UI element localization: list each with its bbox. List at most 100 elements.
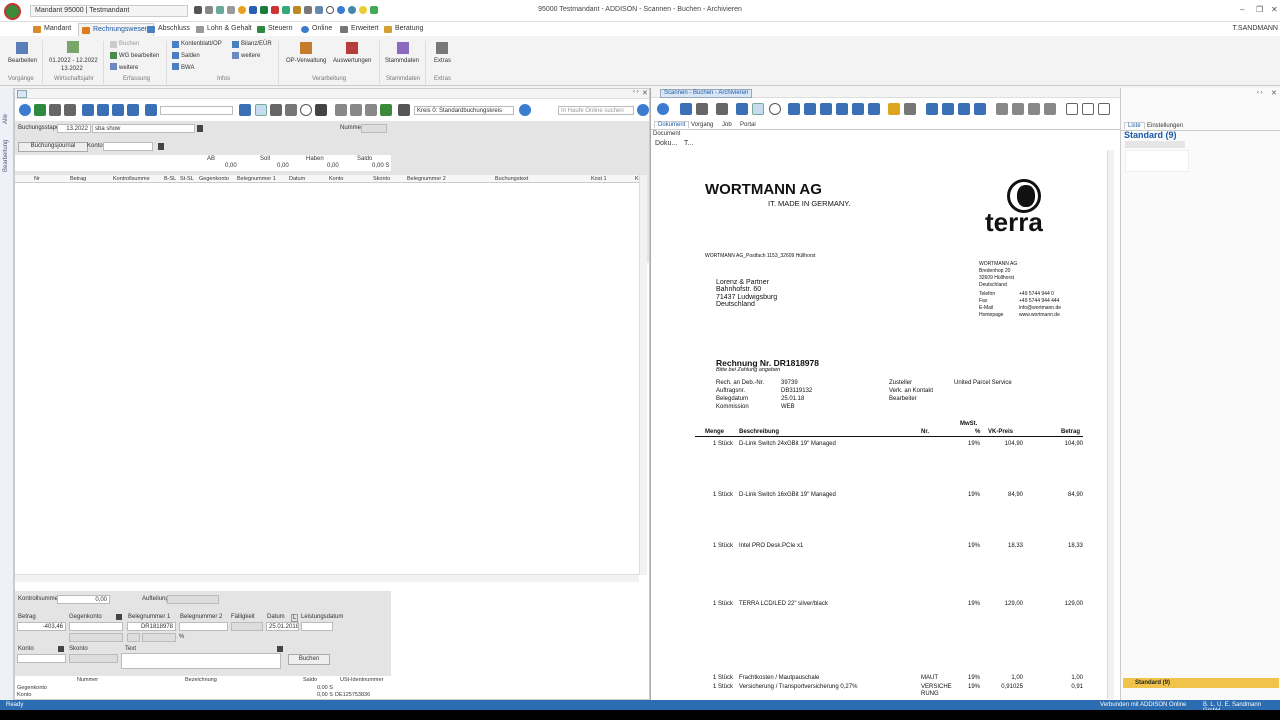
bilanz-button[interactable]: Bilanz/EÜR [241, 41, 272, 47]
edit-icon[interactable] [255, 104, 267, 116]
first-icon[interactable] [82, 104, 94, 116]
flip-icon[interactable] [868, 103, 880, 115]
weitere-infos-button[interactable]: weitere [241, 53, 260, 59]
calc-icon[interactable] [398, 104, 410, 116]
doc-scrollbar[interactable] [1107, 150, 1114, 699]
weitere-button[interactable]: weitere [119, 65, 138, 71]
pane-nav-icon[interactable]: ‹ › [633, 89, 639, 95]
menu-icon[interactable] [19, 104, 31, 116]
menu-icon[interactable] [657, 103, 669, 115]
split-icon[interactable] [270, 104, 282, 116]
insert-page-icon[interactable] [958, 103, 970, 115]
tab-lohn-gehalt[interactable]: Lohn & Gehalt [193, 23, 256, 36]
betrag-field[interactable]: -403,46 [17, 622, 66, 631]
op-verwaltung-button[interactable]: OP-Verwaltung [286, 58, 326, 64]
pane-tab[interactable] [17, 90, 27, 98]
buchungsstapel-name[interactable]: sba show [92, 124, 195, 133]
restore-icon[interactable]: ❐ [1256, 5, 1263, 14]
filter-clear-icon[interactable] [239, 104, 251, 116]
copy-icon[interactable] [996, 103, 1008, 115]
fit-width-icon[interactable] [804, 103, 816, 115]
print-icon[interactable] [716, 103, 728, 115]
col-skonto[interactable]: Skonto [373, 176, 390, 182]
col-betrag[interactable]: Betrag [70, 176, 86, 182]
tab-online[interactable]: Online [298, 23, 336, 36]
period-range[interactable]: 01.2022 - 12.2022 [49, 58, 98, 64]
subtab-dokument[interactable]: Dokument [654, 121, 690, 128]
buchungstext-field[interactable] [121, 653, 281, 669]
buchen-button[interactable]: Buchen [288, 654, 330, 665]
horizontal-scrollbar[interactable] [15, 574, 639, 582]
save-icon[interactable] [680, 103, 692, 115]
kreis-select[interactable]: Kreis 0: Standardbuchungskreis [414, 106, 514, 115]
col-gegenkonto[interactable]: Gegenkonto [199, 176, 229, 182]
tab-steuern[interactable]: Steuern [254, 23, 297, 36]
tab-mandant[interactable]: Mandant [30, 23, 75, 36]
tab-erweitert[interactable]: Erweitert [337, 23, 383, 36]
fit-height-icon[interactable] [820, 103, 832, 115]
frame-icon[interactable] [904, 103, 916, 115]
ocr-icon[interactable] [1066, 103, 1078, 115]
minimize-icon[interactable]: – [1240, 5, 1244, 14]
bsl-field[interactable] [127, 633, 140, 642]
status-connected[interactable]: Verbunden mit ADDISON Online [1100, 702, 1186, 708]
col-nr[interactable]: Nr [34, 176, 40, 182]
konto-filter-input[interactable] [103, 142, 153, 151]
nummer-field[interactable] [361, 124, 387, 133]
binoculars-icon[interactable] [58, 646, 64, 652]
extract-page-icon[interactable] [974, 103, 986, 115]
list-footer-standard[interactable]: Standard (9) [1123, 678, 1279, 688]
col-belegnummer1[interactable]: Belegnummer 1 [237, 176, 276, 182]
col-belegnummer2[interactable]: Belegnummer 2 [407, 176, 446, 182]
binoculars-icon[interactable] [116, 614, 122, 620]
delete-icon[interactable] [64, 104, 76, 116]
pointer-icon[interactable] [736, 103, 748, 115]
datum-field[interactable]: 25.01.2018 [266, 622, 299, 631]
leistungsdatum-field[interactable] [301, 622, 333, 631]
tab-einstellungen[interactable]: Einstellungen [1147, 123, 1183, 129]
rotate-right-icon[interactable] [852, 103, 864, 115]
sidebar-bearbeitung[interactable]: Bearbeitung [3, 140, 9, 172]
list-area[interactable] [1125, 150, 1189, 172]
bearbeiten-button[interactable]: Bearbeiten [8, 58, 37, 64]
copy-icon[interactable] [335, 104, 347, 116]
text-a-icon[interactable] [1082, 103, 1094, 115]
subtab-job[interactable]: Job [722, 122, 732, 128]
tab-liste[interactable]: Liste [1124, 122, 1145, 129]
belegnummer2-field[interactable] [179, 622, 228, 631]
buchen-ribbon-button[interactable]: Buchen [119, 41, 139, 47]
export-icon[interactable] [380, 104, 392, 116]
gegenkonto-field[interactable] [69, 622, 123, 631]
datum-lock-icon[interactable]: L [291, 614, 299, 622]
buchungsjournal-button[interactable]: Buchungsjournal [18, 142, 88, 152]
attach-icon[interactable] [1028, 103, 1040, 115]
kontenblatt-button[interactable]: Kontenblatt/OP [181, 41, 222, 47]
sidebar-alle[interactable]: Alle [3, 114, 9, 124]
close-icon[interactable]: ✕ [1271, 5, 1278, 14]
col-kontrollsumme[interactable]: Kontrollsumme [113, 176, 150, 182]
tab-beratung[interactable]: Beratung [381, 23, 427, 36]
subtab-portal[interactable]: Portal [740, 122, 756, 128]
tools-icon[interactable] [696, 103, 708, 115]
konto-entry-field[interactable] [17, 654, 66, 663]
doku-label[interactable]: Doku... [655, 140, 677, 147]
pane-close-icon[interactable]: ✕ [1271, 89, 1277, 97]
binoculars-icon[interactable] [158, 143, 164, 150]
next-page-icon[interactable] [942, 103, 954, 115]
prev-page-icon[interactable] [926, 103, 938, 115]
scan-tab[interactable]: Scannen - Buchen - Archivieren [660, 89, 753, 98]
tab-abschluss[interactable]: Abschluss [144, 23, 194, 36]
help-icon[interactable] [519, 104, 531, 116]
list-toolbar[interactable] [1125, 141, 1185, 148]
subtab-vorgang[interactable]: Vorgang [691, 122, 713, 128]
belegnummer1-field[interactable]: DR1818978 [127, 622, 176, 631]
print-icon[interactable] [49, 104, 61, 116]
magnify-icon[interactable] [769, 103, 781, 115]
haufe-icon[interactable] [637, 104, 649, 116]
search-icon[interactable] [300, 104, 312, 116]
col-kost1[interactable]: Kost 1 [591, 176, 607, 182]
list-icon[interactable] [350, 104, 362, 116]
haufe-search-input[interactable]: In Haufe Online suchen [558, 106, 634, 115]
doc-icon[interactable] [365, 104, 377, 116]
tab-rechnungswesen[interactable]: Rechnungswesen [78, 23, 154, 36]
